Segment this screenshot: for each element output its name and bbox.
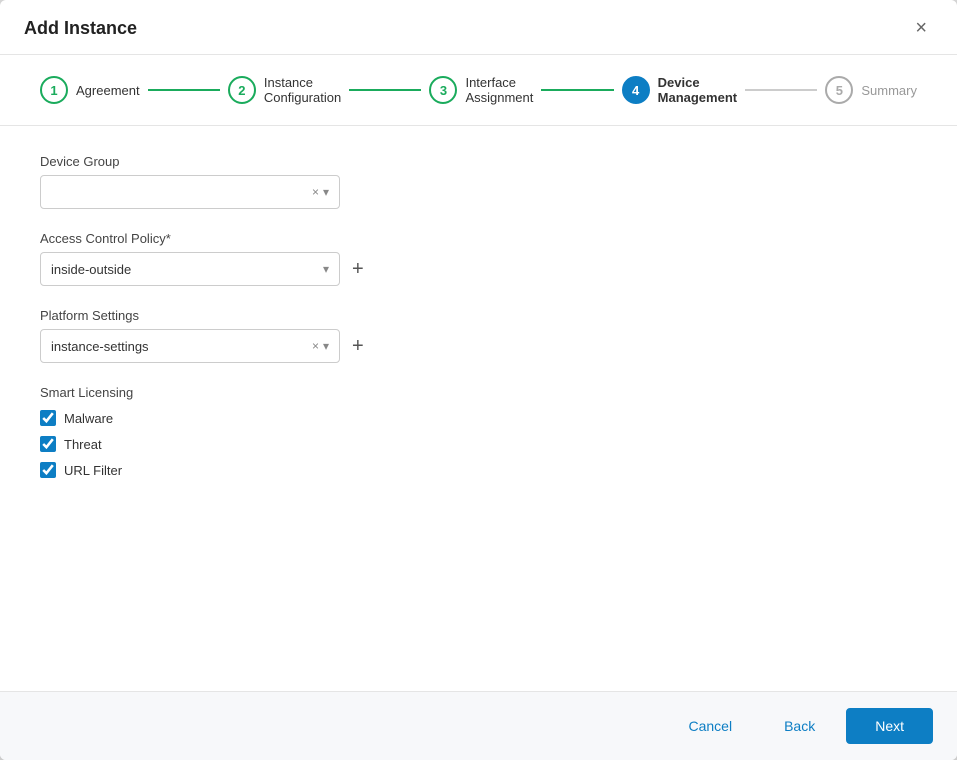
smart-licensing-group: Smart Licensing Malware Threat URL Filte… (40, 385, 917, 478)
step-4: 4 DeviceManagement (622, 75, 737, 105)
step-5: 5 Summary (825, 76, 917, 104)
step-1-label: Agreement (76, 83, 140, 98)
malware-checkbox-item[interactable]: Malware (40, 410, 917, 426)
access-control-wrapper: inside-outside ▾ + (40, 252, 917, 286)
step-3: 3 InterfaceAssignment (429, 75, 533, 105)
step-line-4-5 (745, 89, 817, 91)
device-group-icons: × ▾ (312, 185, 329, 199)
device-group-select[interactable]: × ▾ (40, 175, 340, 209)
access-control-select[interactable]: inside-outside ▾ (40, 252, 340, 286)
step-2-label: InstanceConfiguration (264, 75, 341, 105)
access-control-label: Access Control Policy* (40, 231, 917, 246)
step-line-2-3 (349, 89, 421, 91)
step-2: 2 InstanceConfiguration (228, 75, 341, 105)
malware-checkbox[interactable] (40, 410, 56, 426)
threat-label: Threat (64, 437, 102, 452)
next-button[interactable]: Next (846, 708, 933, 744)
platform-settings-value: instance-settings (51, 339, 312, 354)
step-line-1-2 (148, 89, 220, 91)
access-control-add-button[interactable]: + (348, 259, 368, 279)
chevron-down-icon[interactable]: ▾ (323, 339, 329, 353)
modal-body: Device Group × ▾ Access Control Policy* … (0, 126, 957, 691)
chevron-down-icon[interactable]: ▾ (323, 185, 329, 199)
url-filter-label: URL Filter (64, 463, 122, 478)
step-1: 1 Agreement (40, 76, 140, 104)
access-control-value: inside-outside (51, 262, 323, 277)
clear-icon[interactable]: × (312, 185, 319, 199)
platform-settings-add-button[interactable]: + (348, 336, 368, 356)
platform-settings-group: Platform Settings instance-settings × ▾ … (40, 308, 917, 363)
platform-settings-wrapper: instance-settings × ▾ + (40, 329, 917, 363)
step-3-circle: 3 (429, 76, 457, 104)
step-4-label: DeviceManagement (658, 75, 737, 105)
url-filter-checkbox[interactable] (40, 462, 56, 478)
access-control-icons: ▾ (323, 262, 329, 276)
stepper: 1 Agreement 2 InstanceConfiguration 3 In… (0, 55, 957, 126)
threat-checkbox-item[interactable]: Threat (40, 436, 917, 452)
step-4-circle: 4 (622, 76, 650, 104)
step-5-circle: 5 (825, 76, 853, 104)
step-5-label: Summary (861, 83, 917, 98)
threat-checkbox[interactable] (40, 436, 56, 452)
clear-icon[interactable]: × (312, 339, 319, 353)
device-group-wrapper: × ▾ (40, 175, 917, 209)
step-3-label: InterfaceAssignment (465, 75, 533, 105)
device-group-label: Device Group (40, 154, 917, 169)
chevron-down-icon[interactable]: ▾ (323, 262, 329, 276)
back-button[interactable]: Back (763, 708, 836, 744)
cancel-button[interactable]: Cancel (667, 708, 753, 744)
smart-licensing-list: Malware Threat URL Filter (40, 410, 917, 478)
access-control-group: Access Control Policy* inside-outside ▾ … (40, 231, 917, 286)
modal-header: Add Instance × (0, 0, 957, 55)
malware-label: Malware (64, 411, 113, 426)
smart-licensing-label: Smart Licensing (40, 385, 917, 400)
platform-settings-select[interactable]: instance-settings × ▾ (40, 329, 340, 363)
close-button[interactable]: × (909, 16, 933, 40)
url-filter-checkbox-item[interactable]: URL Filter (40, 462, 917, 478)
modal-title: Add Instance (24, 18, 137, 39)
step-line-3-4 (541, 89, 613, 91)
add-instance-modal: Add Instance × 1 Agreement 2 InstanceCon… (0, 0, 957, 760)
step-1-circle: 1 (40, 76, 68, 104)
step-2-circle: 2 (228, 76, 256, 104)
modal-footer: Cancel Back Next (0, 691, 957, 760)
platform-settings-icons: × ▾ (312, 339, 329, 353)
device-group-group: Device Group × ▾ (40, 154, 917, 209)
platform-settings-label: Platform Settings (40, 308, 917, 323)
